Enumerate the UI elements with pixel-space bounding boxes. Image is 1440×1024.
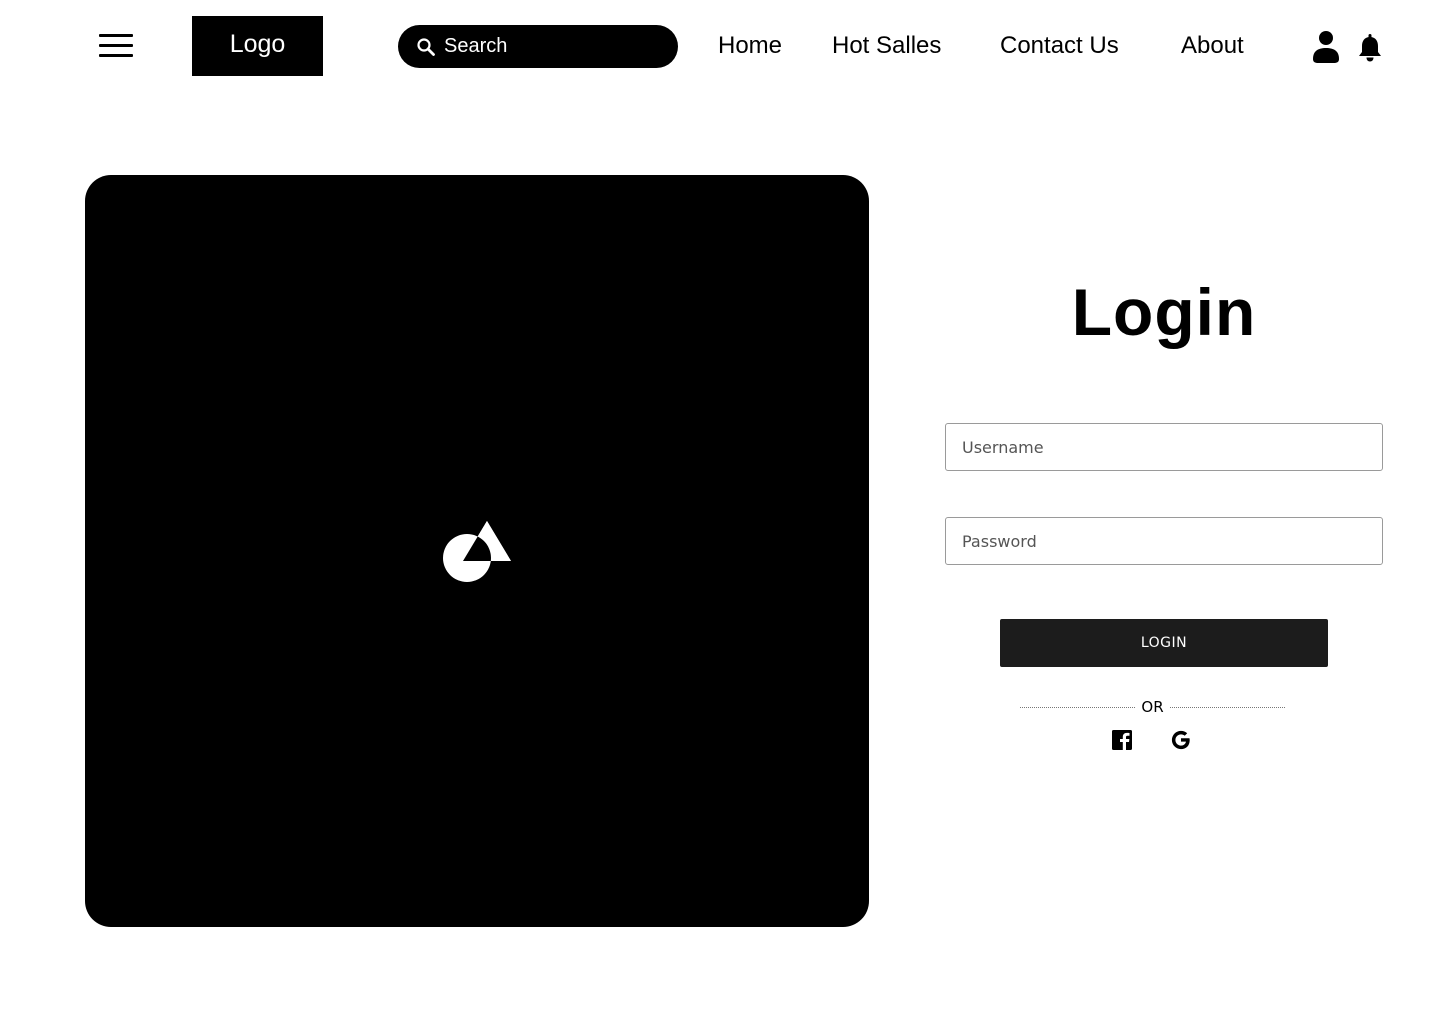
- facebook-icon[interactable]: [1111, 729, 1133, 751]
- user-icon[interactable]: [1312, 30, 1340, 64]
- image-placeholder-icon: [442, 521, 512, 583]
- login-title: Login: [1071, 275, 1257, 349]
- nav-hot-sales[interactable]: Hot Salles: [832, 30, 941, 62]
- site-header: Logo Home Hot Salles Contact Us About: [0, 0, 1440, 92]
- menu-icon[interactable]: [99, 34, 133, 58]
- nav-home[interactable]: Home: [718, 30, 782, 62]
- password-field[interactable]: [945, 517, 1383, 565]
- nav-contact-us[interactable]: Contact Us: [1000, 30, 1119, 62]
- google-icon[interactable]: [1170, 729, 1192, 751]
- divider-line: [1020, 706, 1136, 708]
- nav-about[interactable]: About: [1181, 30, 1244, 62]
- search-icon: [416, 37, 436, 57]
- or-divider: OR: [1020, 697, 1286, 717]
- divider-text: OR: [1141, 698, 1164, 716]
- search-input[interactable]: [444, 35, 664, 58]
- bell-icon[interactable]: [1358, 34, 1382, 62]
- username-field[interactable]: [945, 423, 1383, 471]
- divider-line: [1169, 706, 1286, 708]
- logo[interactable]: Logo: [192, 16, 323, 76]
- hero-image: [85, 175, 869, 927]
- login-button[interactable]: LOGIN: [1000, 619, 1328, 667]
- search-bar[interactable]: [398, 25, 678, 68]
